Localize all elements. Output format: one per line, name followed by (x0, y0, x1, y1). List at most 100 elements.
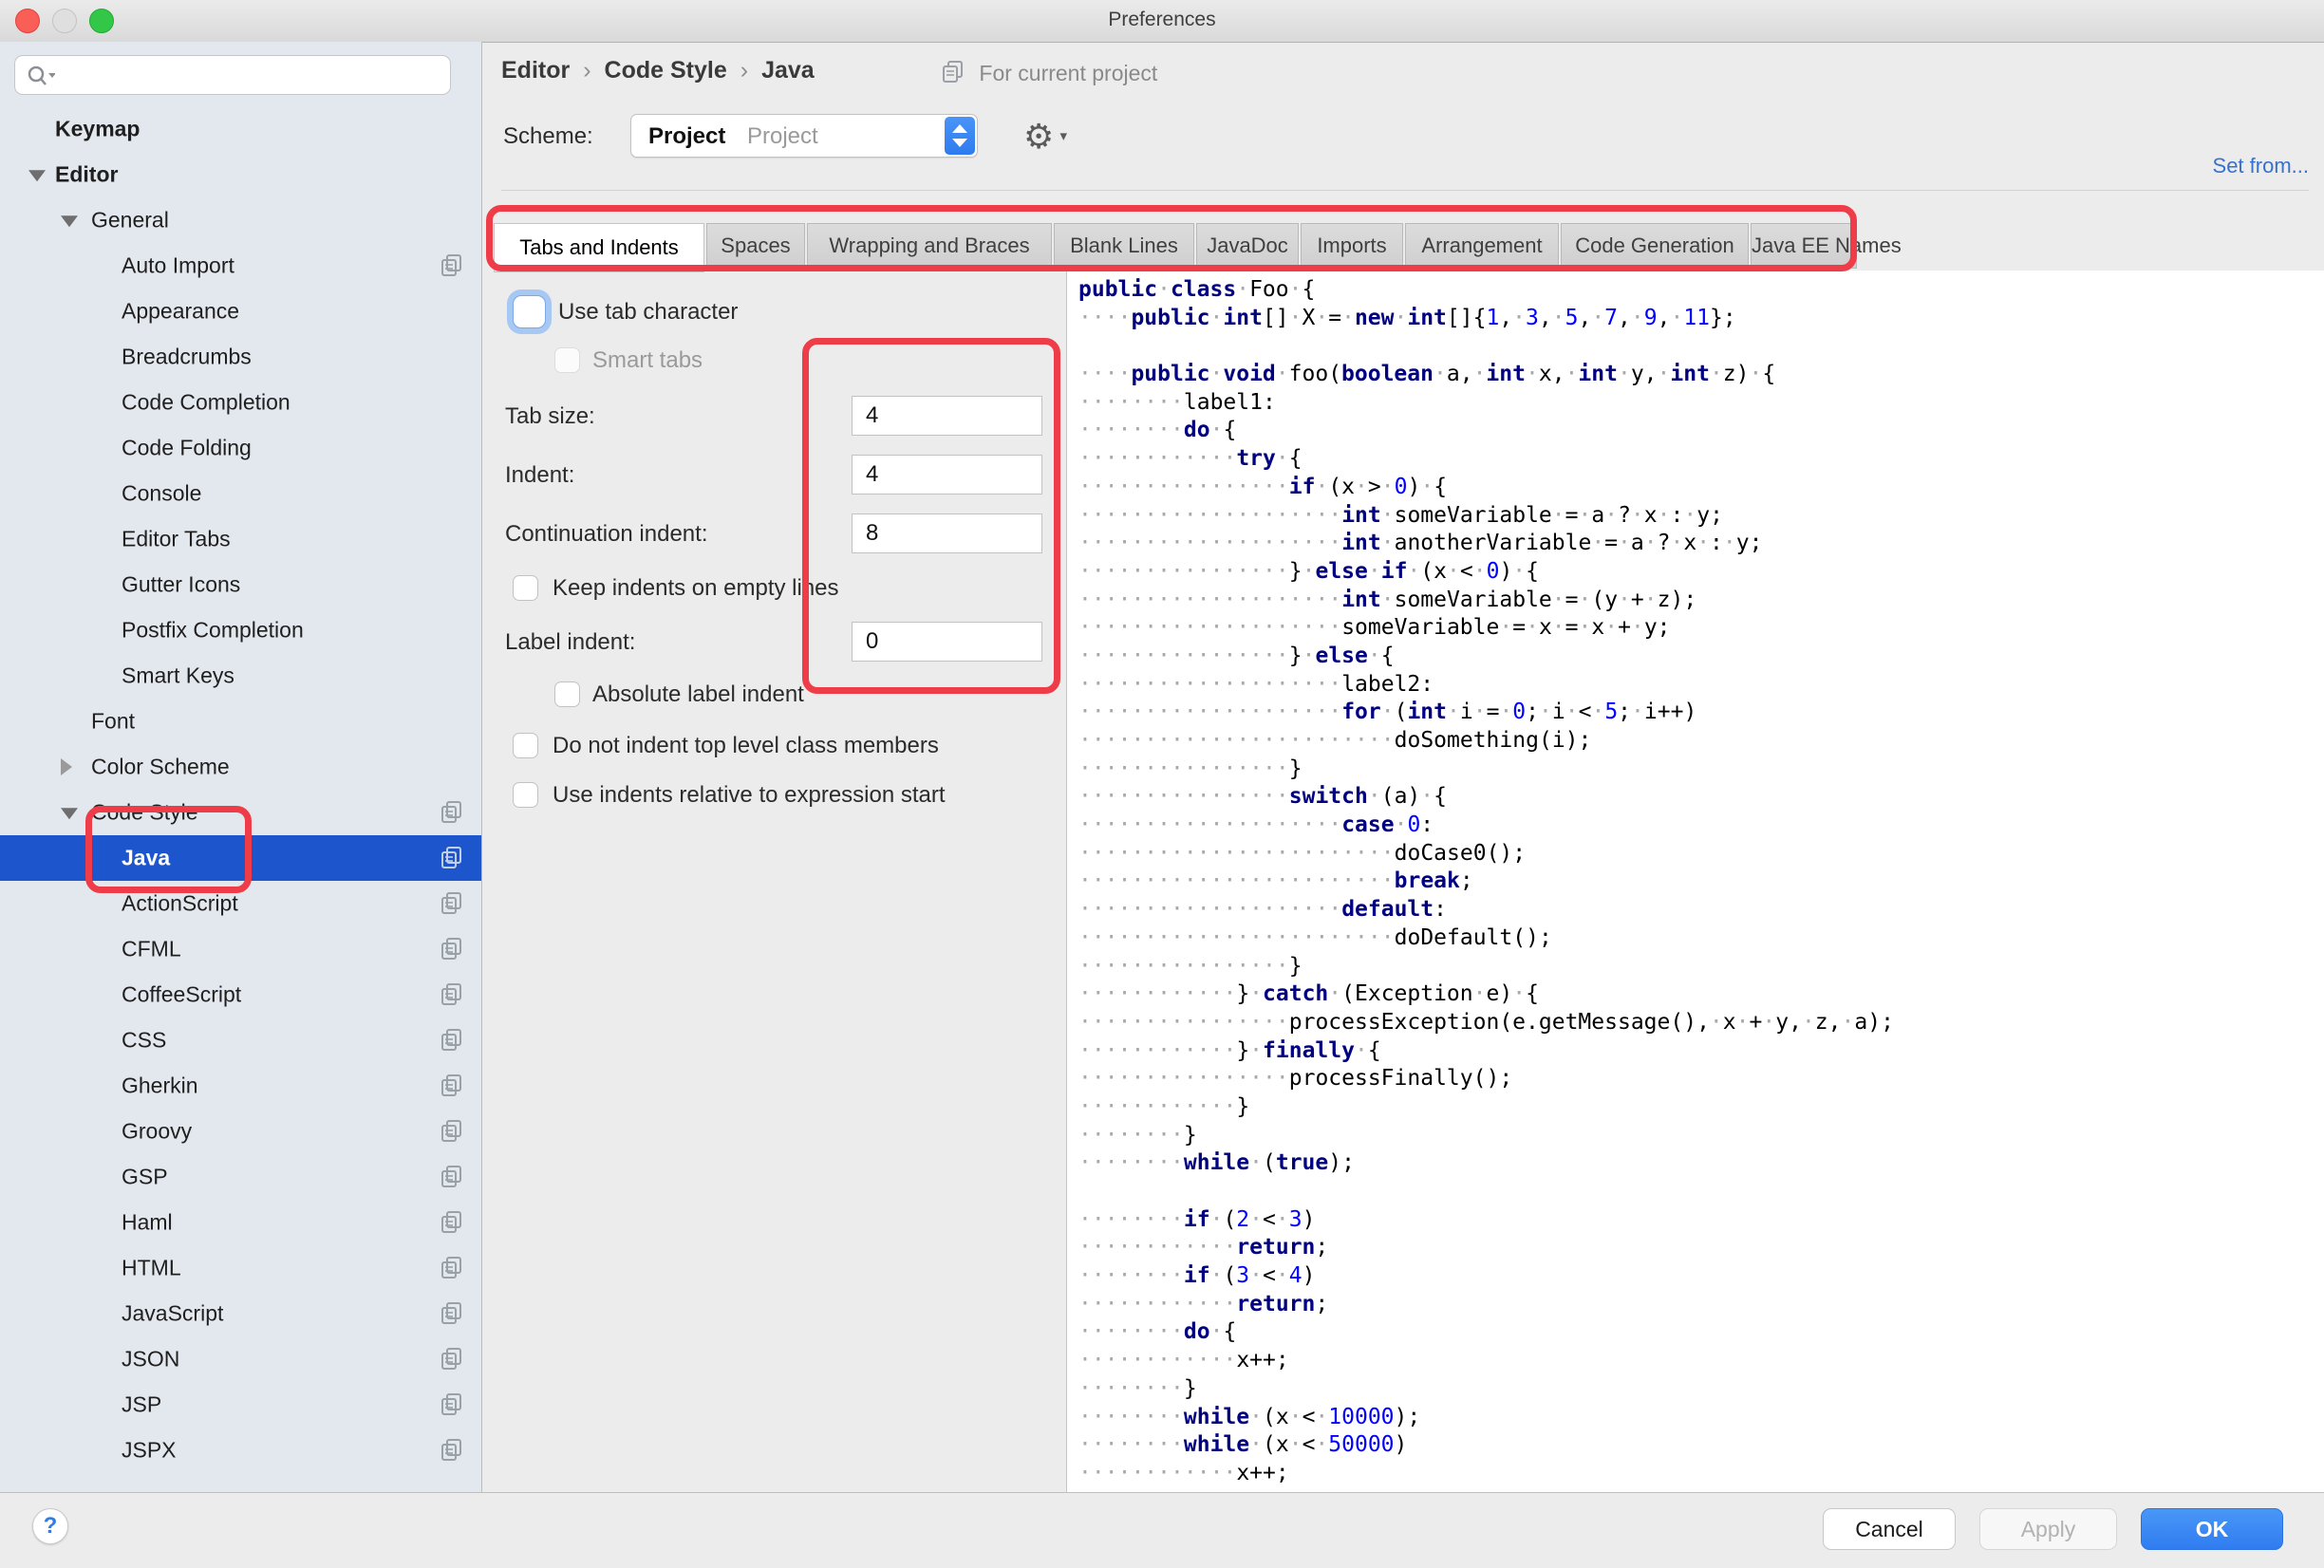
label-indent-input[interactable]: 0 (852, 622, 1042, 662)
sidebar-item-gutter-icons[interactable]: Gutter Icons (0, 562, 481, 607)
copy-settings-icon (440, 800, 464, 825)
sidebar-item-javascript[interactable]: JavaScript (0, 1291, 481, 1336)
sidebar-item-gsp[interactable]: GSP (0, 1154, 481, 1200)
sidebar-item-editor-tabs[interactable]: Editor Tabs (0, 516, 481, 562)
sidebar-item-cfml[interactable]: CFML (0, 926, 481, 972)
sidebar-item-keymap[interactable]: Keymap (0, 106, 481, 152)
use-tab-character-checkbox[interactable] (513, 295, 546, 328)
sidebar-item-editor[interactable]: Editor (0, 152, 481, 197)
ok-button[interactable]: OK (2141, 1508, 2283, 1550)
copy-settings-icon (440, 1438, 464, 1463)
sidebar-item-label: CFML (122, 937, 181, 962)
tab-label: Imports (1302, 233, 1402, 258)
sidebar-item-label: JSPX (122, 1438, 177, 1464)
tab-label: JavaDoc (1197, 233, 1298, 258)
sidebar-item-css[interactable]: CSS (0, 1017, 481, 1063)
tab-tabs-and-indents[interactable]: Tabs and Indents (494, 223, 704, 272)
sidebar-item-html[interactable]: HTML (0, 1245, 481, 1291)
copy-settings-icon (440, 982, 464, 1007)
indents-relative-checkbox[interactable] (513, 782, 538, 808)
scheme-value-secondary: Project (747, 123, 818, 150)
breadcrumb-separator: › (727, 57, 761, 84)
chevron-down-icon[interactable] (61, 808, 78, 819)
continuation-indent-input[interactable]: 8 (852, 513, 1042, 553)
tab-arrangement[interactable]: Arrangement (1405, 223, 1559, 269)
tab-size-label: Tab size: (505, 403, 595, 430)
sidebar-item-smart-keys[interactable]: Smart Keys (0, 653, 481, 699)
tab-spaces[interactable]: Spaces (706, 223, 805, 269)
no-indent-top-level-checkbox[interactable] (513, 733, 538, 758)
sidebar-item-auto-import[interactable]: Auto Import (0, 243, 481, 289)
tab-wrapping-and-braces[interactable]: Wrapping and Braces (807, 223, 1052, 269)
sidebar-item-actionscript[interactable]: ActionScript (0, 881, 481, 926)
sidebar-item-jspx[interactable]: JSPX (0, 1428, 481, 1473)
chevron-right-icon[interactable] (61, 758, 72, 775)
sidebar-item-label: Color Scheme (91, 755, 230, 780)
sidebar-item-postfix-completion[interactable]: Postfix Completion (0, 607, 481, 653)
sidebar-item-json[interactable]: JSON (0, 1336, 481, 1382)
sidebar-item-label: Smart Keys (122, 663, 234, 689)
set-from-link[interactable]: Set from... (2213, 154, 2309, 178)
smart-tabs-checkbox (554, 347, 580, 373)
cancel-button[interactable]: Cancel (1823, 1508, 1956, 1550)
label-indent-label: Label indent: (505, 629, 635, 656)
title-bar: Preferences (0, 0, 2324, 43)
sidebar-item-label: Editor (55, 162, 118, 188)
absolute-label-indent-checkbox[interactable] (554, 681, 580, 707)
breadcrumb-segment[interactable]: Java (761, 57, 815, 84)
sidebar-item-label: Console (122, 481, 201, 507)
sidebar-item-code-completion[interactable]: Code Completion (0, 380, 481, 425)
sidebar-item-color-scheme[interactable]: Color Scheme (0, 744, 481, 790)
scheme-value: Project (648, 123, 725, 150)
sidebar-item-coffeescript[interactable]: CoffeeScript (0, 972, 481, 1017)
search-input[interactable] (14, 55, 451, 95)
sidebar-item-general[interactable]: General (0, 197, 481, 243)
sidebar-item-haml[interactable]: Haml (0, 1200, 481, 1245)
indent-input[interactable]: 4 (852, 455, 1042, 495)
tab-javadoc[interactable]: JavaDoc (1196, 223, 1299, 269)
tab-code-generation[interactable]: Code Generation (1561, 223, 1749, 269)
sidebar-item-jsp[interactable]: JSP (0, 1382, 481, 1428)
sidebar-item-label: JSON (122, 1347, 179, 1372)
sidebar-item-breadcrumbs[interactable]: Breadcrumbs (0, 334, 481, 380)
sidebar-item-java[interactable]: Java (0, 835, 481, 881)
context-note: For current project (942, 60, 1157, 90)
help-button[interactable]: ? (32, 1508, 68, 1544)
sidebar-item-code-folding[interactable]: Code Folding (0, 425, 481, 471)
scheme-select[interactable]: Project Project (630, 114, 978, 158)
tab-label: Code Generation (1562, 233, 1748, 258)
scheme-label: Scheme: (503, 123, 593, 150)
use-tab-character-label: Use tab character (558, 299, 738, 326)
sidebar-item-label: HTML (122, 1256, 181, 1281)
sidebar-item-label: JavaScript (122, 1301, 223, 1327)
sidebar-item-code-style[interactable]: Code Style (0, 790, 481, 835)
tab-size-input[interactable]: 4 (852, 396, 1042, 436)
sidebar-item-label: ActionScript (122, 891, 238, 917)
smart-tabs-label: Smart tabs (592, 347, 703, 374)
apply-button[interactable]: Apply (1979, 1508, 2117, 1550)
breadcrumb-segment[interactable]: Editor (501, 57, 570, 84)
sidebar-item-groovy[interactable]: Groovy (0, 1109, 481, 1154)
sidebar-item-label: JSP (122, 1392, 161, 1418)
settings-sidebar: Keymap Editor GeneralAuto Import Appearanc… (0, 42, 482, 1492)
tab-imports[interactable]: Imports (1301, 223, 1403, 269)
sidebar-item-appearance[interactable]: Appearance (0, 289, 481, 334)
chevron-down-icon[interactable] (28, 170, 46, 181)
sidebar-item-label: GSP (122, 1165, 168, 1190)
sidebar-item-gherkin[interactable]: Gherkin (0, 1063, 481, 1109)
copy-settings-icon (440, 1256, 464, 1280)
tab-label: Arrangement (1406, 233, 1558, 258)
scheme-stepper-icon[interactable] (945, 117, 975, 155)
scheme-copy-icon (942, 60, 965, 90)
sidebar-item-console[interactable]: Console (0, 471, 481, 516)
gear-icon[interactable]: ⚙▾ (1023, 116, 1065, 158)
sidebar-item-font[interactable]: Font (0, 699, 481, 744)
keep-indents-checkbox[interactable] (513, 575, 538, 601)
context-note-label: For current project (979, 61, 1157, 85)
breadcrumb-segment[interactable]: Code Style (605, 57, 727, 84)
tab-blank-lines[interactable]: Blank Lines (1054, 223, 1194, 269)
copy-settings-icon (440, 846, 464, 870)
tab-java-ee-names[interactable]: Java EE Names (1751, 223, 1857, 269)
code-preview: public·class·Foo·{····public·int[]·X·=·n… (1078, 276, 1894, 1488)
chevron-down-icon[interactable] (61, 215, 78, 227)
